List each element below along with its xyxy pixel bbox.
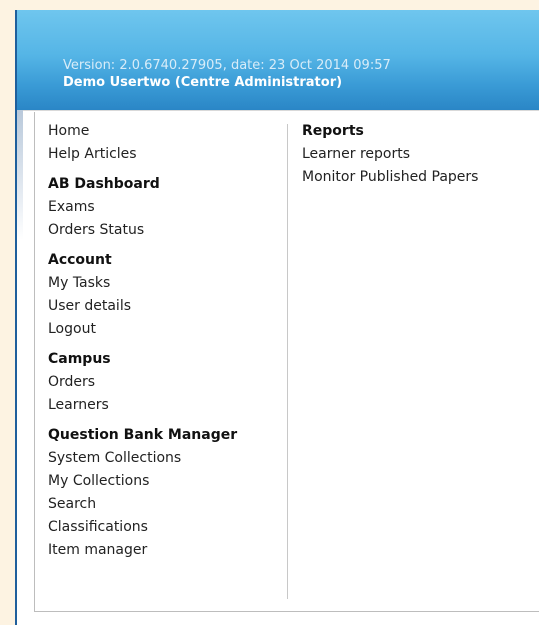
menu-link-help-articles[interactable]: Help Articles bbox=[48, 143, 278, 166]
section-account: Account bbox=[48, 252, 112, 268]
header-banner: Version: 2.0.6740.27905, date: 23 Oct 20… bbox=[17, 10, 539, 110]
menu-link-learner-reports[interactable]: Learner reports bbox=[302, 143, 532, 166]
section-campus: Campus bbox=[48, 351, 111, 367]
menu-link-system-collections[interactable]: System Collections bbox=[48, 447, 278, 470]
version-info: Version: 2.0.6740.27905, date: 23 Oct 20… bbox=[63, 58, 391, 73]
menu-link-my-tasks[interactable]: My Tasks bbox=[48, 272, 278, 295]
left-edge-strip bbox=[17, 110, 23, 240]
menu-link-logout[interactable]: Logout bbox=[48, 318, 278, 341]
menu-link-monitor-published-papers[interactable]: Monitor Published Papers bbox=[302, 166, 532, 189]
menu-column-right: Reports Learner reports Monitor Publishe… bbox=[302, 120, 532, 189]
menu-link-item-manager[interactable]: Item manager bbox=[48, 539, 278, 562]
menu-link-orders-status[interactable]: Orders Status bbox=[48, 219, 278, 242]
menu-link-user-details[interactable]: User details bbox=[48, 295, 278, 318]
menu-link-exams[interactable]: Exams bbox=[48, 196, 278, 219]
section-reports: Reports bbox=[302, 123, 364, 139]
current-user: Demo Usertwo (Centre Administrator) bbox=[63, 75, 343, 90]
menu-link-orders[interactable]: Orders bbox=[48, 371, 278, 394]
column-divider bbox=[287, 124, 288, 599]
section-question-bank-manager: Question Bank Manager bbox=[48, 427, 238, 443]
app-window: Version: 2.0.6740.27905, date: 23 Oct 20… bbox=[15, 10, 539, 625]
menu-link-search[interactable]: Search bbox=[48, 493, 278, 516]
menu-link-my-collections[interactable]: My Collections bbox=[48, 470, 278, 493]
menu-link-home[interactable]: Home bbox=[48, 120, 278, 143]
section-ab-dashboard: AB Dashboard bbox=[48, 176, 160, 192]
menu-link-classifications[interactable]: Classifications bbox=[48, 516, 278, 539]
menu-column-left: Home Help Articles AB Dashboard Exams Or… bbox=[48, 120, 278, 562]
menu-link-learners[interactable]: Learners bbox=[48, 394, 278, 417]
